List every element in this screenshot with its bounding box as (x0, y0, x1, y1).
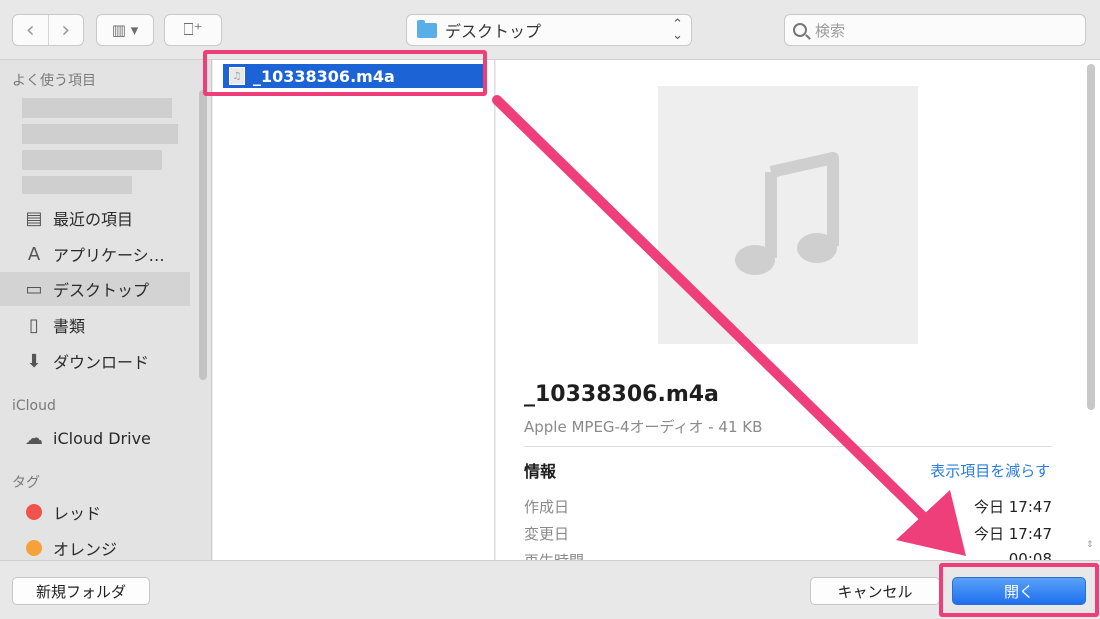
location-select[interactable]: デスクトップ ⌃ ⌄ (406, 14, 692, 46)
toolbar: ‹ › ▥ ▾ ⎕⁺ デスクトップ ⌃ ⌄ 検索 (0, 0, 1100, 60)
sidebar-scrollbar[interactable] (199, 90, 207, 380)
preview-kind: Apple MPEG-4オーディオ - 41 KB (524, 418, 763, 436)
preview-filename: _10338306.m4a (524, 382, 719, 407)
sidebar-item-label: ダウンロード (53, 353, 150, 372)
open-annotation-box (939, 563, 1099, 617)
updown-chevron-icon: ⌃ ⌄ (672, 17, 683, 43)
info-row-modified: 変更日 今日 17:47 (524, 523, 1052, 544)
sidebar-item-documents[interactable]: ▯ 書類 (0, 308, 190, 342)
search-placeholder: 検索 (815, 21, 846, 40)
preview-scrollbar[interactable] (1087, 64, 1095, 410)
new-folder-icon: ⎕⁺ (183, 20, 203, 40)
sidebar-item-label: レッド (53, 504, 102, 523)
sidebar-item-applications[interactable]: A アプリケーシ… (0, 237, 190, 271)
folder-icon (417, 19, 437, 38)
music-note-icon (735, 152, 839, 275)
new-folder-toolbar-button[interactable]: ⎕⁺ (164, 14, 222, 46)
show-less-link[interactable]: 表示項目を減らす (930, 460, 1050, 481)
sidebar-item-icloud-drive[interactable]: ☁ iCloud Drive (0, 421, 190, 455)
info-row-created: 作成日 今日 17:47 (524, 496, 1052, 517)
cloud-icon: ☁ (25, 427, 43, 449)
desktop-icon: ▭ (25, 278, 43, 300)
icloud-header: iCloud (12, 398, 56, 414)
info-label: 作成日 (524, 498, 570, 516)
documents-icon: ▯ (29, 314, 39, 336)
sidebar-item-downloads[interactable]: ⬇ ダウンロード (0, 344, 190, 378)
search-field[interactable]: 検索 (784, 14, 1086, 46)
divider (524, 446, 1052, 447)
sidebar-item-label: デスクトップ (53, 281, 150, 300)
info-row-duration: 再生時間 00:08 (524, 550, 1052, 560)
preview-pane: _10338306.m4a Apple MPEG-4オーディオ - 41 KB … (496, 60, 1100, 560)
sidebar-item-label: 最近の項目 (53, 210, 134, 229)
sidebar-tag-red[interactable]: レッド (0, 495, 190, 529)
sidebar-item-desktop[interactable]: ▭ デスクトップ (0, 272, 190, 306)
nav-buttons: ‹ › (12, 14, 84, 46)
download-icon: ⬇ (26, 350, 42, 372)
info-value: 今日 17:47 (974, 525, 1052, 543)
blurred-favorites (22, 98, 180, 194)
applications-icon: A (27, 243, 41, 265)
favorites-header: よく使う項目 (12, 73, 96, 89)
sidebar-item-recents[interactable]: ▤ 最近の項目 (0, 201, 190, 235)
file-list: ♫ _10338306.m4a (213, 60, 495, 560)
sidebar-tag-orange[interactable]: オレンジ (0, 531, 190, 560)
info-header: 情報 (524, 462, 557, 481)
red-tag-dot-icon (22, 501, 46, 523)
scroll-arrow-icon[interactable]: ⇕ (1086, 540, 1094, 550)
recents-icon: ▤ (25, 207, 43, 229)
tags-header: タグ (12, 475, 40, 491)
orange-tag-dot-icon (22, 537, 46, 559)
chevron-right-icon[interactable]: › (47, 15, 84, 45)
location-label: デスクトップ (445, 22, 542, 41)
column-view-icon: ▥ ▾ (111, 21, 139, 39)
sidebar-item-label: 書類 (53, 317, 86, 336)
info-value: 00:08 (1008, 550, 1052, 560)
info-label: 再生時間 (524, 550, 584, 560)
sidebar: よく使う項目 ▤ 最近の項目 A アプリケーシ… ▭ デスクトップ ▯ 書類 ⬇… (0, 60, 212, 560)
album-art (658, 86, 918, 344)
info-label: 変更日 (524, 525, 570, 543)
sidebar-item-label: オレンジ (53, 540, 118, 559)
bottom-bar: 新規フォルダ キャンセル 開く (0, 560, 1100, 619)
sidebar-item-label: アプリケーシ… (53, 246, 165, 265)
sidebar-item-label: iCloud Drive (53, 428, 151, 448)
cancel-button[interactable]: キャンセル (810, 577, 940, 605)
view-mode-button[interactable]: ▥ ▾ (96, 14, 154, 46)
chevron-left-icon[interactable]: ‹ (13, 15, 48, 45)
info-value: 今日 17:47 (974, 498, 1052, 516)
file-annotation-box (203, 50, 487, 96)
search-icon (793, 23, 807, 37)
new-folder-button[interactable]: 新規フォルダ (12, 577, 150, 605)
